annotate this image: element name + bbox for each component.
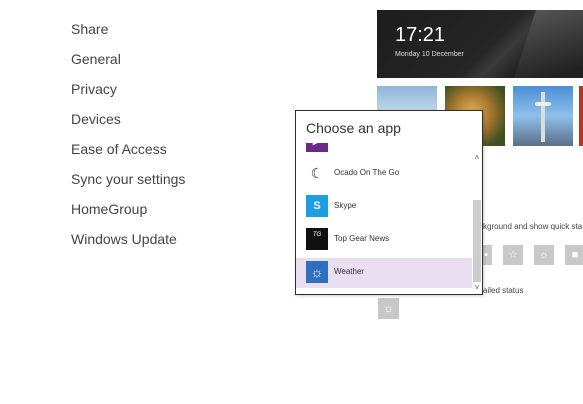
app-label-ocado: Ocado On The Go [334, 168, 400, 177]
partial-app-icon: ▶ [306, 143, 328, 152]
app-list-scrollbar[interactable]: ˄ ˅ [472, 143, 482, 294]
nav-item-privacy[interactable]: Privacy [71, 78, 185, 108]
message-icon[interactable]: ■ [565, 245, 583, 265]
settings-category-list: Share General Privacy Devices Ease of Ac… [71, 18, 185, 258]
nav-item-ease-of-access[interactable]: Ease of Access [71, 138, 185, 168]
popup-title: Choose an app [306, 120, 401, 136]
sun-icon[interactable]: ☼ [534, 245, 554, 265]
scroll-down-arrow-icon[interactable]: ˅ [472, 283, 482, 293]
nav-item-sync-settings[interactable]: Sync your settings [71, 168, 185, 198]
app-item-ocado[interactable]: ☾ Ocado On The Go [296, 159, 472, 189]
weather-sun-icon: ☼ [306, 261, 328, 283]
nav-item-windows-update[interactable]: Windows Update [71, 228, 185, 258]
tower-shape [541, 92, 545, 142]
app-label-skype: Skype [334, 201, 357, 210]
nav-item-share[interactable]: Share [71, 18, 185, 48]
star-icon[interactable]: ☆ [503, 245, 523, 265]
app-list: ▶ ☾ Ocado On The Go S Skype TG Top Gear … [296, 143, 472, 294]
skype-icon: S [306, 195, 328, 217]
app-label-weather: Weather [334, 267, 365, 276]
quick-status-description: kground and show quick sta [483, 222, 583, 231]
choose-app-popup: Choose an app ▶ ☾ Ocado On The Go S Skyp… [295, 110, 483, 295]
nav-item-homegroup[interactable]: HomeGroup [71, 198, 185, 228]
background-thumbnail-3[interactable] [513, 86, 573, 146]
app-item-weather[interactable]: ☼ Weather [296, 258, 472, 288]
lock-screen-time: 17:21 [395, 24, 446, 46]
scroll-thumb[interactable] [473, 200, 481, 282]
lock-screen-preview: 17:21 Monday 10 December [377, 10, 583, 78]
nav-item-devices[interactable]: Devices [71, 108, 185, 138]
ocado-moon-icon: ☾ [306, 162, 328, 184]
background-thumbnail-4[interactable] [579, 86, 583, 146]
lock-screen-date: Monday 10 December [395, 51, 464, 58]
detailed-status-sun-icon[interactable]: ☼ [378, 298, 399, 319]
tower-top-shape [535, 102, 551, 106]
detailed-status-description: ailed status [483, 286, 524, 295]
app-item-partial[interactable]: ▶ [296, 143, 472, 157]
scroll-up-arrow-icon[interactable]: ˄ [472, 153, 482, 163]
app-item-top-gear[interactable]: TG Top Gear News [296, 225, 472, 255]
top-gear-icon: TG [306, 228, 328, 250]
app-item-skype[interactable]: S Skype [296, 192, 472, 222]
app-label-top-gear: Top Gear News [334, 234, 390, 243]
nav-item-general[interactable]: General [71, 48, 185, 78]
